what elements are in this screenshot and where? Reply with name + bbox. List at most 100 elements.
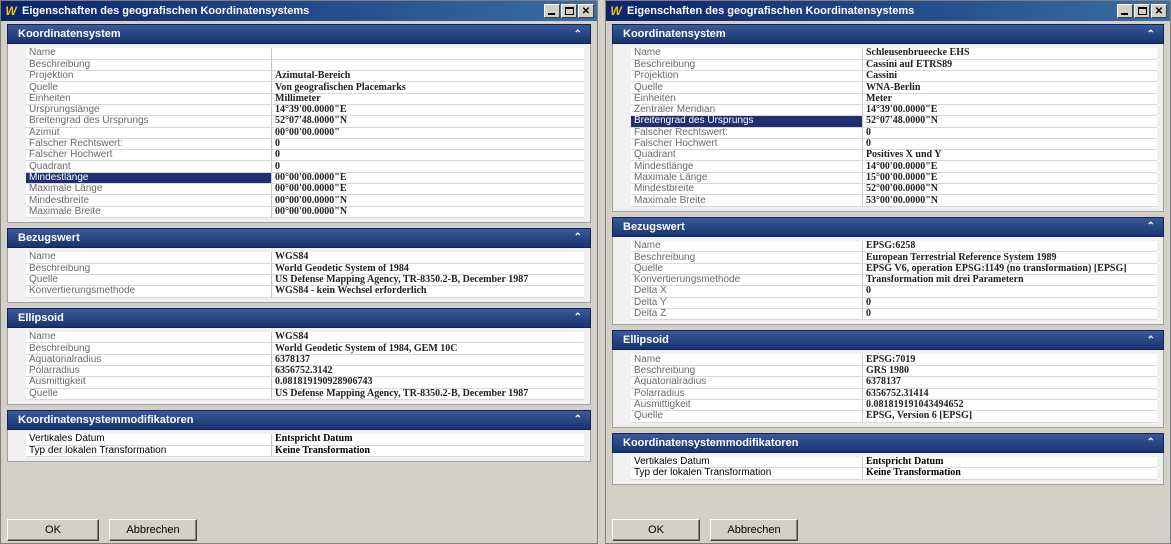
- property-row[interactable]: Falscher Rechtswert: 0: [26, 138, 584, 151]
- property-value[interactable]: 0.081819190928906743: [271, 376, 584, 389]
- property-name[interactable]: Breitengrad des Ursprungs: [26, 115, 273, 128]
- property-name[interactable]: Konvertierungsmethode: [631, 274, 863, 287]
- property-row[interactable]: Polarradius 6356752.31414: [631, 388, 1157, 400]
- title-bar[interactable]: W Eigenschaften des geografischen Koordi…: [606, 1, 1170, 21]
- property-name[interactable]: Mindestbreite: [631, 183, 863, 196]
- property-row[interactable]: Projektion Azimutal-Bereich: [26, 70, 584, 83]
- section-header[interactable]: Ellipsoid ⌃: [612, 330, 1164, 351]
- property-row[interactable]: Typ der lokalen Transformation Keine Tran…: [631, 467, 1157, 480]
- property-value[interactable]: 0: [862, 138, 1157, 151]
- property-value[interactable]: 0: [271, 149, 584, 162]
- property-value[interactable]: 15°00'00.0000"E: [862, 172, 1157, 185]
- property-name[interactable]: Beschreibung: [26, 263, 273, 276]
- property-row[interactable]: Ursprungslänge 14°39'00.0000"E: [26, 104, 584, 117]
- property-name[interactable]: Quelle: [26, 81, 273, 94]
- property-name[interactable]: Beschreibung: [26, 59, 273, 72]
- property-row[interactable]: Vertikales Datum Entspricht Datum: [631, 456, 1157, 469]
- property-name[interactable]: Quelle: [26, 274, 273, 287]
- property-value[interactable]: 14°39'00.0000"E: [862, 104, 1157, 117]
- property-value[interactable]: 14°39'00.0000"E: [271, 104, 584, 117]
- property-row[interactable]: Polarradius 6356752.3142: [26, 365, 584, 378]
- property-value[interactable]: Keine Transformation: [862, 467, 1157, 480]
- property-row[interactable]: Mindestbreite 00°00'00.0000"N: [26, 194, 584, 207]
- property-name[interactable]: Beschreibung: [631, 251, 863, 264]
- property-row[interactable]: Beschreibung: [26, 59, 584, 72]
- property-value[interactable]: Transformation mit drei Parametern: [862, 274, 1157, 287]
- property-name[interactable]: Quelle: [631, 263, 863, 276]
- property-name[interactable]: Mindestlänge: [26, 172, 273, 185]
- property-name[interactable]: Name: [631, 354, 863, 367]
- property-row[interactable]: Name EPSG:7019: [631, 354, 1157, 367]
- property-name[interactable]: Vertikales Datum: [26, 433, 273, 446]
- property-row[interactable]: Beschreibung GRS 1980: [631, 365, 1157, 378]
- chevron-up-icon[interactable]: ⌃: [1147, 437, 1155, 448]
- property-value[interactable]: European Terrestrial Reference System 19…: [862, 251, 1157, 264]
- property-row[interactable]: Falscher Hochwert 0: [631, 138, 1157, 151]
- cancel-button[interactable]: Abbrechen: [710, 519, 798, 541]
- section-header[interactable]: Koordinatensystemmodifikatoren ⌃: [7, 409, 591, 430]
- chevron-up-icon[interactable]: ⌃: [574, 29, 582, 40]
- chevron-up-icon[interactable]: ⌃: [1147, 221, 1155, 232]
- property-name[interactable]: Mindestlänge: [631, 160, 863, 173]
- property-value[interactable]: 6356752.31414: [862, 388, 1157, 400]
- section-header[interactable]: Koordinatensystem ⌃: [7, 24, 591, 44]
- cancel-button[interactable]: Abbrechen: [109, 519, 197, 541]
- property-value[interactable]: 00°00'00.0000"N: [271, 206, 584, 218]
- property-row[interactable]: Quadrant Positives X und Y: [631, 149, 1157, 162]
- property-row[interactable]: Äquatorialradius 6378137: [26, 354, 584, 367]
- property-value[interactable]: GRS 1980: [862, 365, 1157, 378]
- property-value[interactable]: [271, 59, 584, 72]
- property-row[interactable]: Quelle Von geografischen Placemarks: [26, 81, 584, 94]
- property-value[interactable]: Meter: [862, 93, 1157, 105]
- property-row[interactable]: Äquatorialradius 6378137: [631, 376, 1157, 389]
- property-value[interactable]: 53°00'00.0000"N: [862, 194, 1157, 207]
- property-name[interactable]: Äquatorialradius: [631, 376, 863, 389]
- property-name[interactable]: Beschreibung: [631, 59, 863, 72]
- property-value[interactable]: Entspricht Datum: [862, 456, 1157, 469]
- property-value[interactable]: 0.081819191043494652: [862, 399, 1157, 412]
- property-value[interactable]: 00°00'00.0000": [271, 127, 584, 139]
- property-name[interactable]: Quelle: [26, 388, 273, 400]
- property-name[interactable]: Maximale Länge: [631, 172, 863, 185]
- property-row[interactable]: Breitengrad des Ursprungs 52°07'48.0000"N: [631, 115, 1157, 128]
- property-row[interactable]: Azimut 00°00'00.0000": [26, 127, 584, 139]
- maximize-button[interactable]: [561, 4, 577, 18]
- property-name[interactable]: Name: [26, 331, 273, 344]
- property-value[interactable]: US Defense Mapping Agency, TR-8350.2-B, …: [271, 274, 584, 287]
- property-value[interactable]: 6356752.3142: [271, 365, 584, 378]
- property-value[interactable]: 0: [271, 160, 584, 173]
- property-row[interactable]: Name EPSG:6258: [631, 240, 1157, 253]
- property-name[interactable]: Projektion: [631, 70, 863, 83]
- property-name[interactable]: Mindestbreite: [26, 194, 273, 207]
- property-value[interactable]: WGS84: [271, 251, 584, 264]
- property-row[interactable]: Quelle US Defense Mapping Agency, TR-8350…: [26, 388, 584, 400]
- property-value[interactable]: 0: [271, 138, 584, 151]
- property-row[interactable]: Quelle US Defense Mapping Agency, TR-8350…: [26, 274, 584, 287]
- property-name[interactable]: Quelle: [631, 81, 863, 94]
- property-value[interactable]: Von geografischen Placemarks: [271, 81, 584, 94]
- property-row[interactable]: Name WGS84: [26, 251, 584, 264]
- property-row[interactable]: Mindestbreite 52°00'00.0000"N: [631, 183, 1157, 196]
- property-value[interactable]: [271, 48, 584, 60]
- property-value[interactable]: 6378137: [271, 354, 584, 367]
- property-value[interactable]: 00°00'00.0000"N: [271, 194, 584, 207]
- property-row[interactable]: Zentraler Meridian 14°39'00.0000"E: [631, 104, 1157, 117]
- property-value[interactable]: 0: [862, 308, 1157, 321]
- property-row[interactable]: Maximale Länge 00°00'00.0000"E: [26, 183, 584, 196]
- property-value[interactable]: 6378137: [862, 376, 1157, 389]
- property-row[interactable]: Delta X0: [631, 285, 1157, 298]
- property-name[interactable]: Falscher Rechtswert:: [631, 127, 863, 139]
- property-value[interactable]: Cassini: [862, 70, 1157, 83]
- property-value[interactable]: Millimeter: [271, 93, 584, 105]
- property-name[interactable]: Name: [631, 240, 863, 253]
- property-row[interactable]: Name: [26, 48, 584, 60]
- property-value[interactable]: Cassini auf ETRS89: [862, 59, 1157, 72]
- property-name[interactable]: Typ der lokalen Transformation: [26, 445, 273, 458]
- property-name[interactable]: Quelle: [631, 410, 863, 423]
- property-row[interactable]: Name WGS84: [26, 331, 584, 344]
- close-button[interactable]: ✕: [578, 4, 594, 18]
- chevron-up-icon[interactable]: ⌃: [574, 232, 582, 243]
- property-value[interactable]: 52°00'00.0000"N: [862, 183, 1157, 196]
- property-value[interactable]: WGS84 - kein Wechsel erforderlich: [271, 285, 584, 298]
- property-name[interactable]: Beschreibung: [631, 365, 863, 378]
